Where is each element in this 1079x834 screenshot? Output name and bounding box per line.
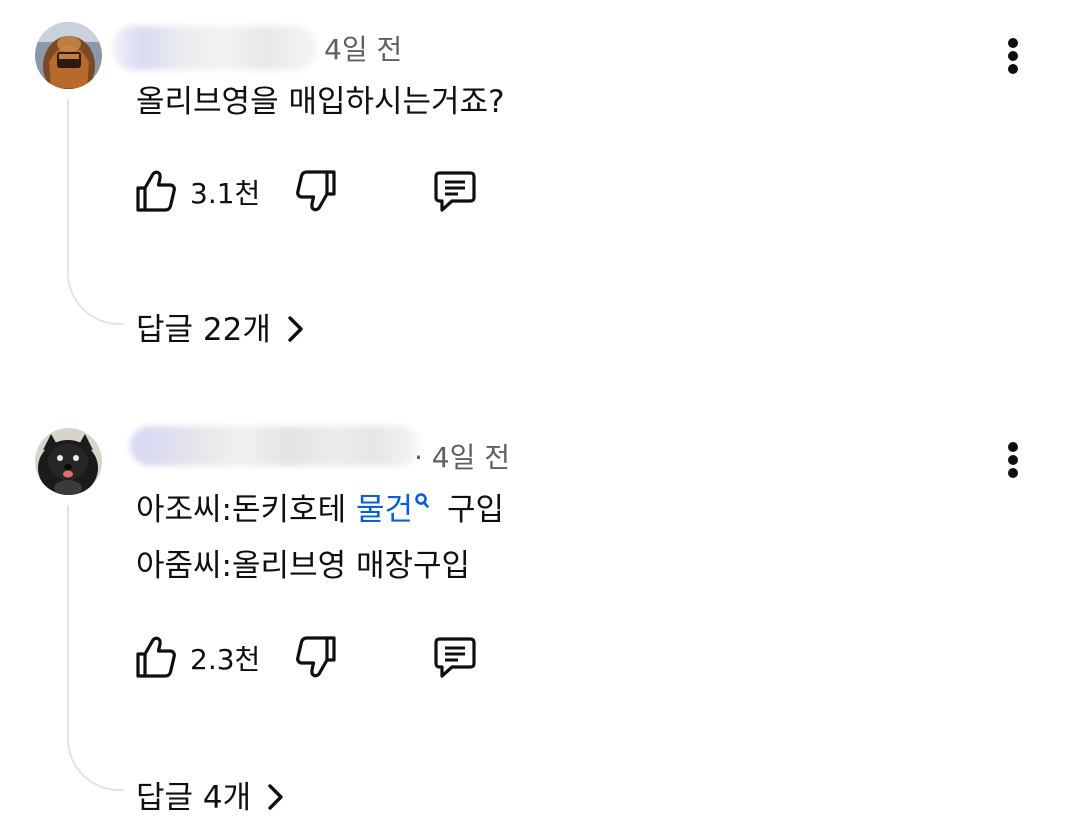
thumbs-up-icon[interactable] [132, 168, 178, 214]
comment-1: 4일 전 올리브영을 매입하시는거죠? 3.1천 답글 22개 [0, 0, 1079, 380]
chevron-right-icon [268, 783, 283, 810]
more-options-button[interactable] [1003, 438, 1023, 482]
replies-label: 답글 22개 [136, 312, 271, 348]
author-name-blurred[interactable] [112, 26, 317, 70]
comment-text: 올리브영을 매입하시는거죠? [136, 80, 505, 124]
chevron-right-icon [288, 315, 303, 342]
comment-text-line: 올리브영을 매입하시는거죠? [136, 84, 505, 120]
thumbs-up-icon[interactable] [132, 634, 178, 680]
search-link[interactable]: 물건 [356, 492, 413, 528]
comment-text-line: 아조씨:돈키호테 물건 구입 [136, 488, 504, 532]
avatar[interactable] [35, 428, 102, 495]
comment-actions: 3.1천 [132, 162, 512, 218]
comment-time: · 4일 전 [414, 441, 511, 474]
view-replies-button[interactable]: 답글 4개 [136, 772, 287, 816]
search-icon[interactable] [413, 492, 431, 512]
comment-icon[interactable] [432, 168, 478, 214]
comment-2: · 4일 전 아조씨:돈키호테 물건 구입 아줌씨:올리브영 매장구입 2.3천 … [0, 400, 1079, 834]
thread-line [67, 505, 124, 791]
more-options-button[interactable] [1003, 34, 1023, 78]
text-span: 아조씨:돈키호테 [136, 492, 356, 528]
comment-author-meta: · 4일 전 [112, 426, 522, 474]
comment-icon[interactable] [432, 634, 478, 680]
thumbs-down-icon[interactable] [294, 634, 340, 680]
text-span: 구입 [447, 492, 505, 528]
comment-author-meta: 4일 전 [112, 26, 432, 74]
comment-time: 4일 전 [324, 33, 403, 66]
view-replies-button[interactable]: 답글 22개 [136, 304, 307, 348]
comment-text: 아조씨:돈키호테 물건 구입 아줌씨:올리브영 매장구입 [136, 488, 636, 588]
author-name-blurred[interactable] [130, 426, 420, 466]
thumbs-down-icon[interactable] [294, 168, 340, 214]
like-count: 3.1천 [190, 177, 261, 210]
comment-text-line: 아줌씨:올리브영 매장구입 [136, 548, 471, 584]
avatar[interactable] [35, 22, 102, 89]
comment-actions: 2.3천 [132, 628, 512, 684]
replies-label: 답글 4개 [136, 780, 252, 816]
like-count: 2.3천 [190, 643, 261, 676]
thread-line [67, 99, 124, 325]
